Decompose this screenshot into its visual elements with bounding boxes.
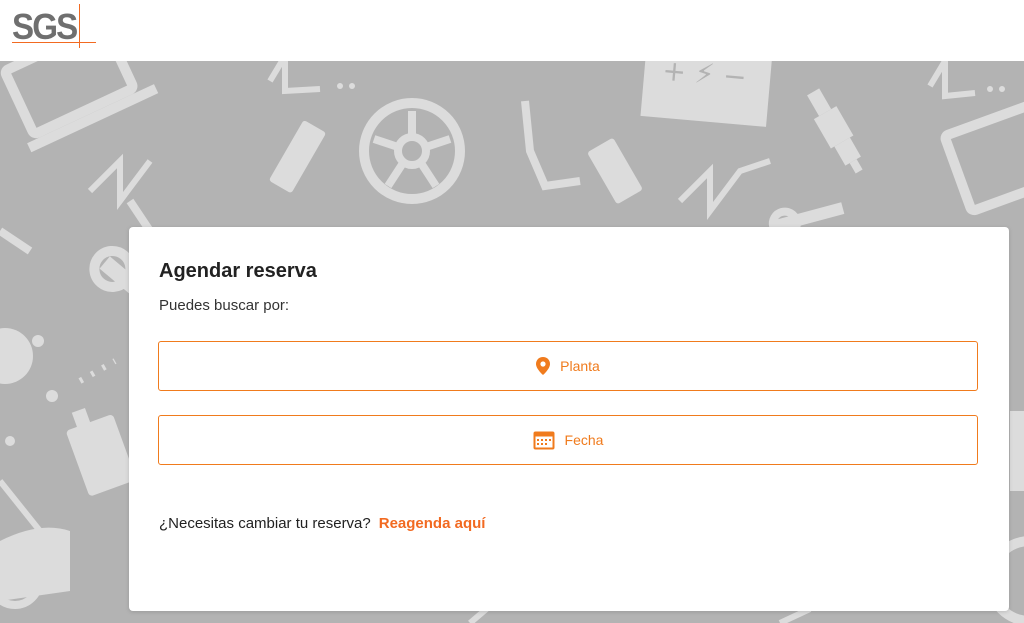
reschedule-link[interactable]: Reagenda aquí: [379, 515, 486, 532]
header: SGS: [0, 0, 1024, 61]
booking-card: Agendar reserva Puedes buscar por: Plant…: [129, 227, 1009, 611]
tire-icon: [359, 98, 465, 204]
dot-icon: [337, 83, 343, 89]
reschedule-question: ¿Necesitas cambiar tu reserva?: [159, 515, 371, 532]
card-title: Agendar reserva: [159, 260, 317, 282]
calendar-icon: [533, 430, 555, 450]
squiggle-icon: [87, 153, 153, 210]
search-by-planta-button[interactable]: Planta: [158, 341, 978, 391]
squiggle-icon: [927, 61, 976, 100]
location-pin-icon: [536, 357, 551, 375]
battery-icon: + ⚡ −: [640, 61, 773, 127]
dot-icon: [46, 390, 58, 402]
spring-icon: [269, 120, 326, 193]
dot-icon: [349, 83, 355, 89]
oil-can-icon: [66, 407, 136, 496]
bubble-icon: [0, 328, 33, 384]
line-icon: [778, 606, 812, 623]
squiggle-icon: [267, 61, 321, 95]
card-subtitle: Puedes buscar por:: [159, 297, 290, 314]
line-icon: [0, 227, 33, 255]
logo-accent-line: [12, 42, 96, 43]
spark-plug-icon: [807, 88, 863, 174]
laptop-icon: [0, 61, 159, 153]
line-icon: [0, 479, 43, 533]
search-by-fecha-button[interactable]: Fecha: [158, 415, 978, 465]
line-icon: [78, 358, 117, 384]
dot-icon: [987, 86, 993, 92]
laptop-icon: [940, 101, 1024, 216]
car-icon: [0, 527, 70, 609]
laptop-icon: [1010, 411, 1024, 491]
clamp-icon: [521, 100, 581, 191]
fecha-label: Fecha: [564, 432, 604, 448]
reschedule-row: ¿Necesitas cambiar tu reserva? Reagenda a…: [159, 515, 485, 532]
sgs-logo[interactable]: SGS: [12, 4, 96, 48]
squiggle-icon: [677, 158, 771, 220]
spring-icon: [588, 138, 642, 204]
dot-icon: [5, 436, 15, 446]
planta-label: Planta: [560, 358, 600, 374]
dot-icon: [32, 335, 44, 347]
dot-icon: [999, 86, 1005, 92]
